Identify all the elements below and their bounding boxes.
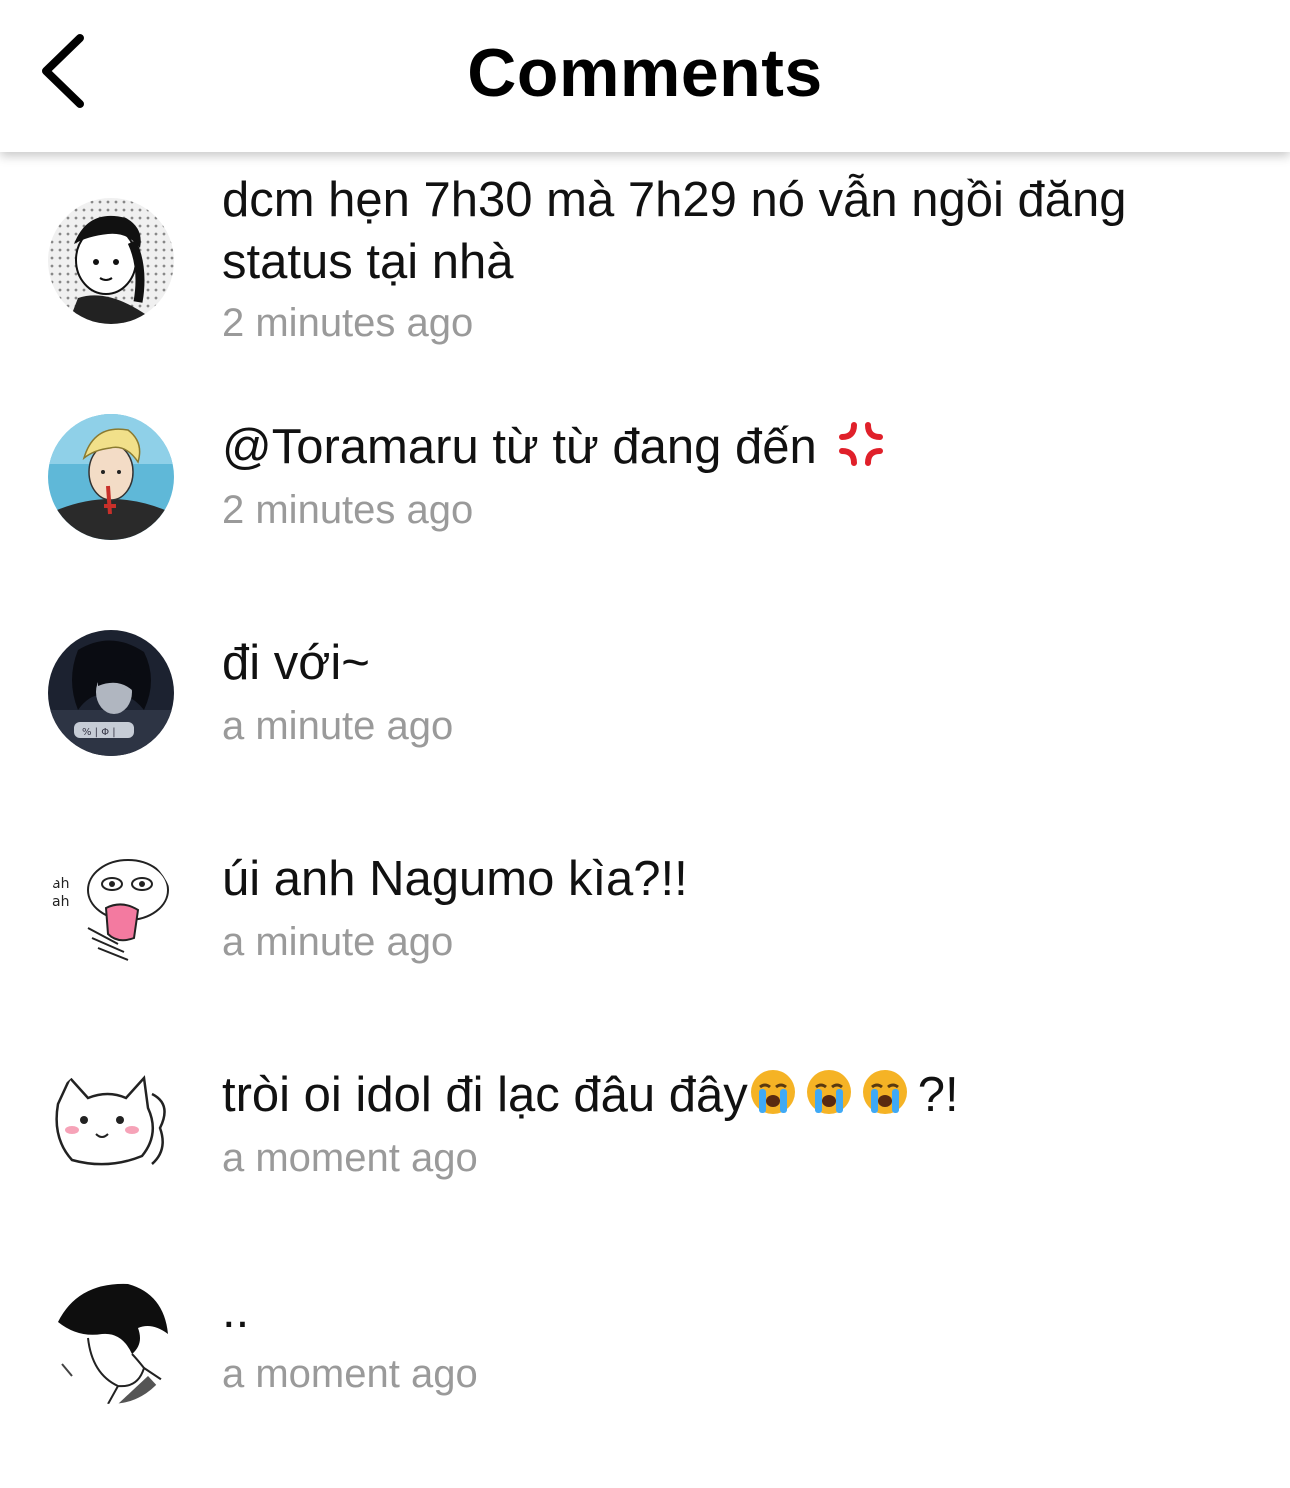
comment-timestamp: a moment ago xyxy=(222,1136,478,1180)
avatar[interactable]: ah ah xyxy=(48,848,174,974)
page-title: Comments xyxy=(467,35,823,111)
comment-text: úi anh Nagumo kìa?!! xyxy=(222,852,688,906)
comment-timestamp: a minute ago xyxy=(222,704,454,748)
svg-text:ah: ah xyxy=(52,876,69,892)
comment-text: @Toramaru từ từ đang đến xyxy=(222,416,1262,478)
svg-text:ah: ah xyxy=(52,894,69,910)
comment-text: tròi oi idol đi lạc đâu đây ?! xyxy=(222,1068,959,1122)
comment-timestamp: 2 minutes ago xyxy=(222,301,474,345)
comment-timestamp: a moment ago xyxy=(222,1352,478,1396)
comment-text: đi với~ xyxy=(222,636,370,690)
comment-timestamp: 2 minutes ago xyxy=(222,488,474,532)
cat-doodle-avatar-image xyxy=(48,1064,174,1190)
avatar[interactable] xyxy=(48,1278,174,1404)
avatar[interactable] xyxy=(48,1064,174,1190)
avatar[interactable]: % | Φ | xyxy=(48,630,174,756)
manga-boy-profile-avatar-image xyxy=(48,1278,174,1404)
loudly-crying-face-icon xyxy=(750,1070,795,1114)
avatar[interactable] xyxy=(48,198,174,324)
comment-text: .. xyxy=(222,1284,250,1338)
comment-timestamp: a minute ago xyxy=(222,920,454,964)
dark-haired-character-avatar-image: % | Φ | xyxy=(48,630,174,756)
doodle-face-avatar-image: ah ah xyxy=(48,848,174,974)
blond-character-avatar-image xyxy=(48,414,174,540)
loudly-crying-face-icon xyxy=(806,1070,851,1114)
avatar[interactable] xyxy=(48,414,174,540)
header-bar: Comments xyxy=(0,0,1290,152)
comment-text: dcm hẹn 7h30 mà 7h29 nó vẫn ngồi đăng st… xyxy=(222,173,1127,289)
anger-symbol-icon xyxy=(839,422,884,466)
svg-text:% | Φ |: % | Φ | xyxy=(82,727,116,738)
manga-girl-braids-avatar-image xyxy=(48,198,174,324)
loudly-crying-face-icon xyxy=(862,1070,907,1114)
